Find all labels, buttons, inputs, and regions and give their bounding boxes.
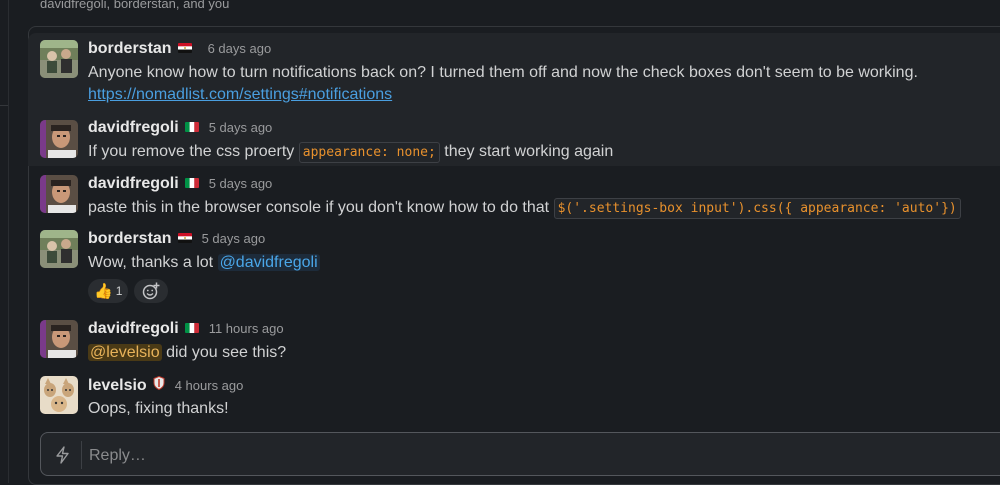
author-name[interactable]: borderstan [88,230,172,248]
timestamp[interactable]: 6 days ago [208,41,272,56]
reactions-bar: 👍 1 [88,279,169,303]
self-mention[interactable]: @levelsio [88,344,162,361]
add-reaction-button[interactable] [134,279,169,303]
timestamp[interactable]: 5 days ago [202,231,266,246]
inline-code: appearance: none; [298,142,440,163]
author-name[interactable]: davidfregoli [88,175,179,193]
message[interactable]: borderstan 6 days ago Anyone know how to… [28,33,1000,110]
avatar-davidfregoli[interactable] [40,120,78,158]
thread-participants: davidfregoli, borderstan, and you [40,0,230,11]
italy-flag-icon [184,323,199,333]
author-name[interactable]: levelsio [88,377,147,395]
shield-icon [153,376,165,390]
thumbs-up-icon: 👍 [94,283,113,300]
message-text-part: they start working again [444,143,614,160]
message[interactable]: davidfregoli 5 days ago paste this in th… [28,166,1000,222]
message-text-part: paste this in the browser console if you… [88,199,550,216]
message-text-part: did you see this? [166,344,287,361]
left-rail [0,0,9,483]
author-name[interactable]: borderstan [88,40,172,58]
egypt-flag-icon [177,233,192,243]
reply-composer[interactable] [40,432,1000,476]
inline-code: $('.settings-box input').css({ appearanc… [553,198,961,219]
user-mention[interactable]: @davidfregoli [217,254,320,271]
avatar-borderstan[interactable] [40,230,78,268]
author-name[interactable]: davidfregoli [88,119,179,137]
italy-flag-icon [184,178,199,188]
message-text-part: If you remove the css proerty [88,143,295,160]
composer-divider [81,441,82,469]
message-link[interactable]: https://nomadlist.com/settings#notificat… [88,84,392,106]
reaction-thumbs-up[interactable]: 👍 1 [88,279,129,303]
timestamp[interactable]: 5 days ago [209,176,273,191]
timestamp[interactable]: 11 hours ago [209,321,284,336]
author-name[interactable]: davidfregoli [88,320,179,338]
avatar-davidfregoli[interactable] [40,175,78,213]
timestamp[interactable]: 4 hours ago [175,378,244,393]
message[interactable]: levelsio 4 hours ago Oops, fixing thanks… [28,370,1000,428]
avatar-borderstan[interactable] [40,40,78,78]
message-text: Anyone know how to turn notifications ba… [88,64,918,81]
message-text: paste this in the browser console if you… [88,197,961,220]
avatar-levelsio[interactable] [40,376,78,414]
message[interactable]: borderstan 5 days ago Wow, thanks a lot … [28,222,1000,312]
message-text: @levelsio did you see this? [88,342,286,364]
message-text-part: Wow, thanks a lot [88,254,214,271]
reaction-count: 1 [115,284,123,298]
timestamp[interactable]: 5 days ago [209,120,273,135]
add-emoji-icon [143,282,160,300]
message-text: If you remove the css proerty appearance… [88,141,613,164]
message-text: Wow, thanks a lot @davidfregoli [88,252,320,274]
egypt-flag-icon [177,43,192,53]
reply-input[interactable] [87,443,891,469]
message[interactable]: davidfregoli 5 days ago If you remove th… [28,110,1000,166]
message[interactable]: davidfregoli 11 hours ago @levelsio did … [28,312,1000,370]
avatar-davidfregoli[interactable] [40,320,78,358]
message-text: Oops, fixing thanks! [88,400,229,417]
lightning-shortcuts-icon[interactable] [53,445,73,465]
italy-flag-icon [184,122,199,132]
